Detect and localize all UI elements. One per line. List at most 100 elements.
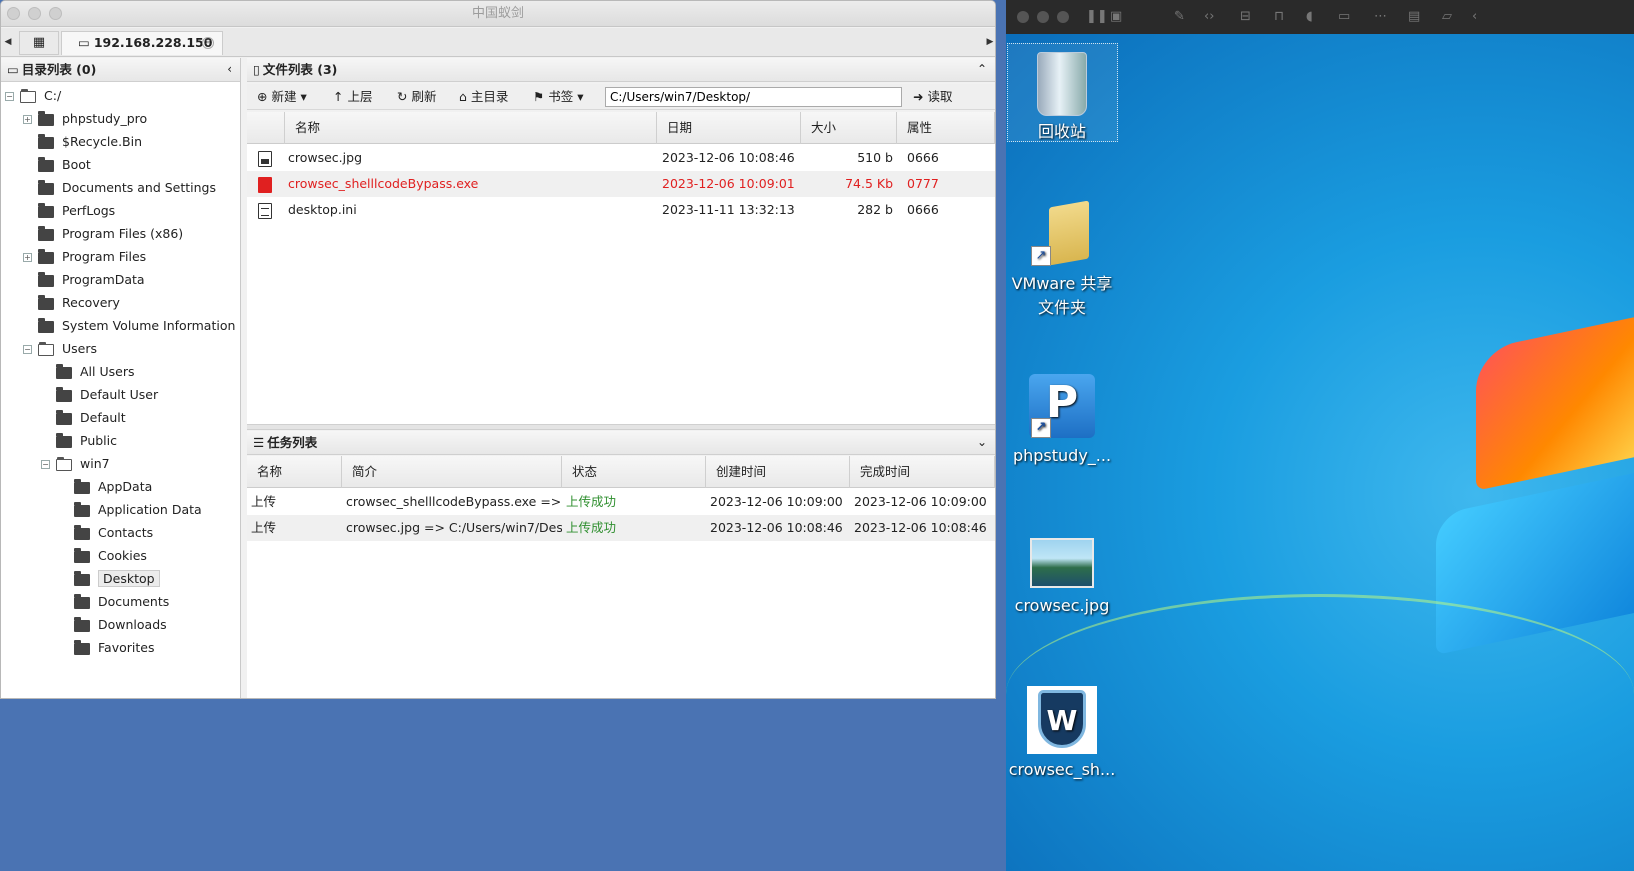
tab-close-icon[interactable]: ✕ (202, 37, 214, 49)
tree-item[interactable]: Downloads (59, 615, 167, 635)
tree-item[interactable]: − Users (23, 339, 97, 359)
task-col-created[interactable]: 创建时间 (706, 456, 850, 488)
tree-item[interactable]: − win7 (41, 454, 110, 474)
task-name-cell: 上传 (251, 494, 277, 509)
shortcut-arrow-icon: ↗ (1031, 418, 1051, 438)
file-col-attr[interactable]: 属性 (897, 112, 995, 144)
tab-scroll-right-icon[interactable]: ▶ (983, 28, 995, 57)
tree-item[interactable]: Public (41, 431, 117, 451)
antsword-window: 中国蚁剑 ◀ ▦ ▭ 192.168.228.150 ✕ ▶ ▭ 目录列表 (0) … (0, 0, 996, 699)
collapse-left-icon[interactable]: ‹ (227, 58, 232, 81)
expand-toggle-icon[interactable]: + (23, 253, 32, 262)
file-row[interactable]: crowsec.jpg 2023-12-06 10:08:46 510 b 0666 (247, 145, 995, 171)
close-window-button[interactable] (7, 7, 20, 20)
tree-item-label: phpstudy_pro (62, 111, 148, 126)
desktop-icon-crowsec-exe[interactable]: W crowsec_sh... (1007, 680, 1117, 782)
new-button[interactable]: ⊕ 新建 ▾ (257, 87, 307, 107)
tree-item[interactable]: Contacts (59, 523, 153, 543)
expand-toggle-icon[interactable]: + (23, 115, 32, 124)
shared-folders-icon[interactable]: ▱ (1442, 9, 1452, 24)
tree-item[interactable]: Desktop (59, 569, 160, 589)
tree-item[interactable]: AppData (59, 477, 152, 497)
chevron-down-icon[interactable]: ⌄ (977, 431, 987, 454)
tree-item[interactable]: Program Files (x86) (23, 224, 183, 244)
bookmark-button[interactable]: ⚑ 书签 ▾ (533, 87, 583, 107)
bookmark-button-label: 书签 (548, 89, 574, 104)
drive-icon[interactable]: ⊟ (1240, 9, 1251, 24)
tree-item[interactable]: $Recycle.Bin (23, 132, 142, 152)
refresh-button[interactable]: ↻ 刷新 (397, 87, 436, 107)
chevron-left-icon[interactable]: ‹ (1472, 9, 1477, 24)
task-status-cell: 上传成功 (566, 494, 617, 509)
file-row[interactable]: crowsec_shelllcodeBypass.exe 2023-12-06 1… (247, 171, 995, 197)
bookmark-icon: ⚑ (533, 89, 545, 104)
tree-item[interactable]: Boot (23, 155, 91, 175)
grid-icon: ▦ (32, 35, 46, 50)
tree-item[interactable]: Cookies (59, 546, 147, 566)
tree-item[interactable]: + Program Files (23, 247, 146, 267)
file-col-size[interactable]: 大小 (801, 112, 897, 144)
collapse-up-icon[interactable]: ⌃ (977, 58, 987, 81)
minimize-window-button[interactable] (28, 7, 41, 20)
tree-item[interactable]: PerfLogs (23, 201, 115, 221)
tree-item[interactable]: ProgramData (23, 270, 145, 290)
tree-item-label: Users (62, 341, 98, 356)
desktop-icon-label: crowsec_sh... (1008, 760, 1116, 779)
home-button[interactable]: ⌂ 主目录 (459, 87, 508, 107)
tree-item[interactable]: Documents (59, 592, 169, 612)
file-date-cell: 2023-12-06 10:08:46 (662, 150, 795, 165)
task-col-desc[interactable]: 简介 (342, 456, 562, 488)
tab-home[interactable]: ▦ (19, 31, 59, 55)
zoom-window-button[interactable] (49, 7, 62, 20)
tree-item[interactable]: Favorites (59, 638, 154, 658)
tree-root[interactable]: − C:/ (5, 86, 61, 106)
collapse-toggle-icon[interactable]: − (5, 92, 14, 101)
tree-item[interactable]: Application Data (59, 500, 202, 520)
tab-bar: ◀ ▦ ▭ 192.168.228.150 ✕ ▶ (1, 28, 995, 57)
tab-host[interactable]: ▭ 192.168.228.150 ✕ (61, 31, 223, 55)
wrench-icon[interactable]: ✎ (1174, 9, 1185, 24)
vm-zoom-button[interactable] (1057, 11, 1069, 23)
desktop-icon-crowsec-jpg[interactable]: crowsec.jpg (1007, 532, 1117, 618)
pause-icon[interactable]: ❚❚ (1086, 9, 1108, 24)
tree-item[interactable]: Recovery (23, 293, 120, 313)
desktop-icon-phpstudy[interactable]: P ↗ phpstudy_... (1007, 368, 1117, 468)
task-col-name[interactable]: 名称 (247, 456, 342, 488)
tree-item[interactable]: Default (41, 408, 126, 428)
up-button[interactable]: ↑ 上层 (333, 87, 372, 107)
tab-scroll-left-icon[interactable]: ◀ (1, 28, 15, 57)
folder-icon (74, 501, 90, 517)
vm-close-button[interactable] (1017, 11, 1029, 23)
task-row[interactable]: 上传 crowsec_shelllcodeBypass.exe => C:/U 上传… (247, 489, 995, 515)
folder-icon (74, 524, 90, 540)
file-col-name[interactable]: 名称 (285, 112, 657, 144)
code-icon[interactable]: ‹› (1204, 9, 1214, 24)
file-row[interactable]: desktop.ini 2023-11-11 13:32:13 282 b 0666 (247, 197, 995, 223)
tree-item[interactable]: Documents and Settings (23, 178, 216, 198)
lock-icon[interactable]: ⊓ (1274, 9, 1284, 24)
usb-icon[interactable]: ⋯ (1374, 9, 1387, 24)
tree-item[interactable]: + phpstudy_pro (23, 109, 147, 129)
vm-minimize-button[interactable] (1037, 11, 1049, 23)
tree-item[interactable]: Default User (41, 385, 158, 405)
sound-icon[interactable]: ◖ (1306, 9, 1313, 24)
file-col-date[interactable]: 日期 (657, 112, 801, 144)
tree-item-label: win7 (80, 456, 110, 471)
snapshot-icon[interactable]: ▣ (1110, 9, 1122, 24)
path-input[interactable] (605, 87, 902, 107)
task-row[interactable]: 上传 crowsec.jpg => C:/Users/win7/Desktop 上传… (247, 515, 995, 541)
file-panel: ▯ 文件列表 (3) ⌃ (247, 58, 995, 82)
collapse-toggle-icon[interactable]: − (41, 460, 50, 469)
desktop-icon-shared-folder[interactable]: ↗ VMware 共享 文件夹 (1007, 200, 1117, 320)
collapse-toggle-icon[interactable]: − (23, 345, 32, 354)
panel-splitter[interactable] (247, 424, 995, 430)
read-button[interactable]: ➜ 读取 (913, 87, 952, 107)
save-icon[interactable]: ▤ (1408, 9, 1420, 24)
task-col-status[interactable]: 状态 (562, 456, 706, 488)
tree-item[interactable]: System Volume Information (23, 316, 235, 336)
task-col-done[interactable]: 完成时间 (850, 456, 995, 488)
chevron-down-icon: ▾ (300, 89, 307, 104)
desktop-icon-recycle-bin[interactable]: 回收站 (1007, 46, 1117, 144)
tree-item[interactable]: All Users (41, 362, 134, 382)
camera-icon[interactable]: ▭ (1338, 9, 1350, 24)
